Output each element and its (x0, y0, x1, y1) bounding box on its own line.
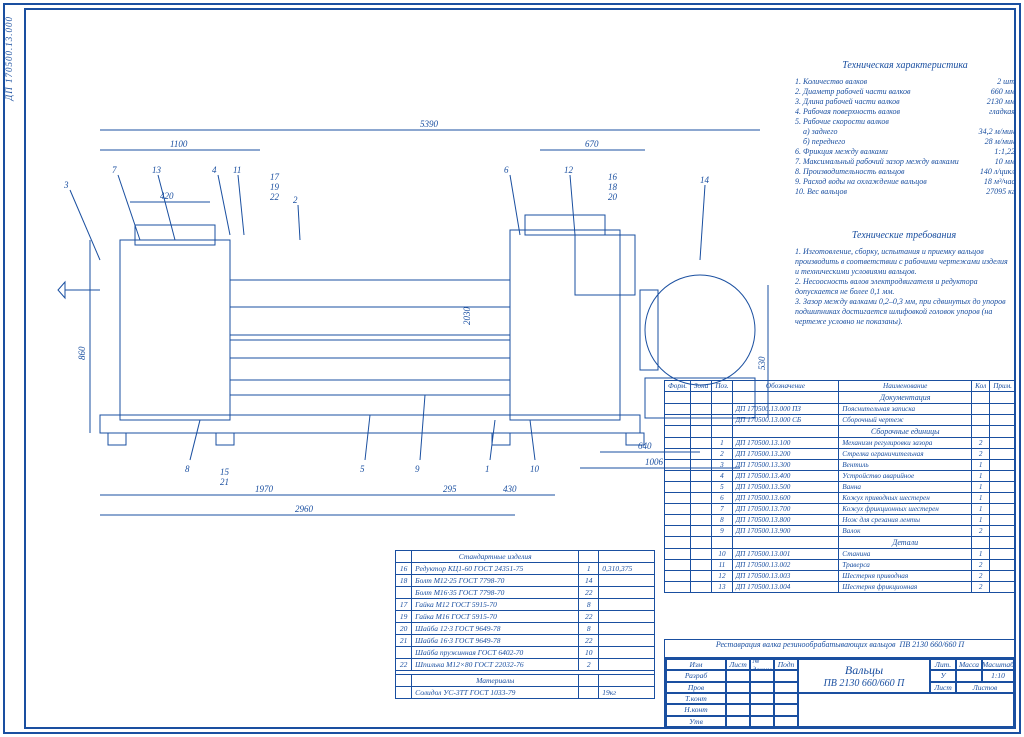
svg-text:1006: 1006 (645, 457, 664, 467)
svg-text:10: 10 (530, 464, 540, 474)
svg-text:19: 19 (270, 182, 280, 192)
svg-text:5390: 5390 (420, 119, 439, 129)
svg-text:14: 14 (700, 175, 710, 185)
drawing-subtitle: Реставрация валка резинообрабатывающих в… (664, 639, 1016, 657)
svg-text:12: 12 (564, 165, 574, 175)
technical-requirements: Технические требования 1. Изготовление, … (795, 230, 1013, 327)
svg-text:11: 11 (233, 165, 241, 175)
svg-text:4: 4 (212, 165, 217, 175)
drawing-subname: ПВ 2130 660/660 П (824, 678, 905, 689)
svg-text:5: 5 (360, 464, 365, 474)
svg-text:2030: 2030 (462, 307, 472, 326)
svg-text:640: 640 (638, 441, 652, 451)
svg-text:2: 2 (293, 195, 298, 205)
specification-table: Форм.ЗонаПоз. ОбозначениеНаименование Ко… (664, 380, 1016, 593)
svg-text:15: 15 (220, 467, 230, 477)
machine (58, 215, 755, 445)
svg-text:1970: 1970 (255, 484, 274, 494)
title-block: ИзмЛист№ докумПодп Вальцы ПВ 2130 660/66… (664, 657, 1016, 729)
svg-text:860: 860 (77, 346, 87, 360)
svg-text:18: 18 (608, 182, 618, 192)
svg-text:6: 6 (504, 165, 509, 175)
balloons: 3 7 13 4 11 17 19 22 2 6 12 16 18 20 14 (63, 165, 710, 260)
svg-text:430: 430 (503, 484, 517, 494)
svg-text:22: 22 (270, 192, 280, 202)
svg-text:21: 21 (220, 477, 229, 487)
svg-text:1100: 1100 (170, 139, 188, 149)
svg-text:2960: 2960 (295, 504, 314, 514)
svg-text:670: 670 (585, 139, 599, 149)
drawing-title: Вальцы (845, 663, 883, 678)
svg-text:9: 9 (415, 464, 420, 474)
svg-text:1: 1 (485, 464, 490, 474)
svg-text:13: 13 (152, 165, 162, 175)
svg-text:530: 530 (757, 356, 767, 370)
svg-text:20: 20 (608, 192, 618, 202)
svg-text:295: 295 (443, 484, 457, 494)
svg-text:8: 8 (185, 464, 190, 474)
req-heading: Технические требования (795, 230, 1013, 243)
technical-characteristics: Техническая характеристика 1. Количество… (795, 60, 1015, 197)
sheet-code-vertical: ДП 170500.13.000 (4, 16, 22, 100)
svg-text:7: 7 (112, 165, 117, 175)
tech-heading: Техническая характеристика (795, 60, 1015, 73)
svg-text:17: 17 (270, 172, 280, 182)
svg-text:3: 3 (63, 180, 69, 190)
svg-text:16: 16 (608, 172, 618, 182)
standard-parts-table: Стандартные изделия 16Редуктор КЦ1-60 ГО… (395, 550, 655, 699)
